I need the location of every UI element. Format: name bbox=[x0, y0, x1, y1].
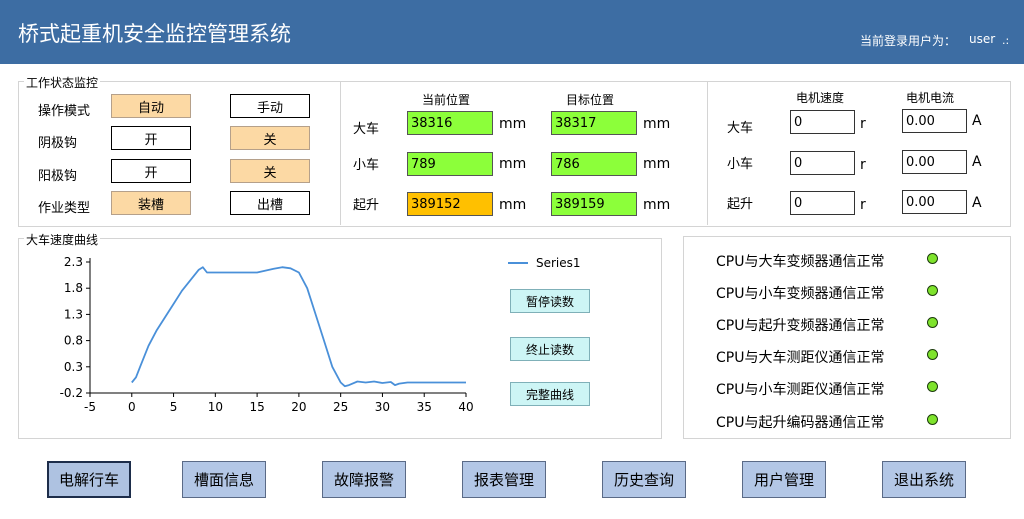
unit-a: A bbox=[972, 154, 982, 170]
hoist-motor-current-field[interactable]: 0.00 bbox=[902, 190, 967, 214]
current-position-header: 当前位置 bbox=[422, 93, 471, 107]
bridge-motor-current-field[interactable]: 0.00 bbox=[902, 109, 967, 133]
status-led-icon bbox=[927, 414, 938, 425]
anode-hook-label: 阳极钩 bbox=[38, 169, 78, 184]
comm-status-text: CPU与大车变频器通信正常 bbox=[716, 254, 885, 270]
bridge-motor-speed-field[interactable]: 0 bbox=[790, 110, 855, 134]
comm-status-text: CPU与起升变频器通信正常 bbox=[716, 318, 885, 334]
status-led-icon bbox=[927, 317, 938, 328]
x-tick-label: 30 bbox=[375, 400, 390, 414]
stop-reading-button[interactable]: 终止读数 bbox=[510, 337, 590, 361]
current-user-label: 当前登录用户为： bbox=[860, 34, 957, 48]
x-tick-label: 5 bbox=[170, 400, 178, 414]
unit-mm: mm bbox=[643, 197, 671, 213]
load-slot-button[interactable]: 装槽 bbox=[111, 191, 191, 215]
current-user-name: user bbox=[969, 32, 996, 46]
x-tick-label: 25 bbox=[333, 400, 348, 414]
unit-mm: mm bbox=[499, 197, 527, 213]
trolley-current-position-field[interactable]: 789 bbox=[407, 152, 493, 176]
cathode-hook-open-button[interactable]: 开 bbox=[111, 126, 191, 150]
unit-a: A bbox=[972, 113, 982, 129]
full-curve-button[interactable]: 完整曲线 bbox=[510, 382, 590, 406]
trolley-motor-current-field[interactable]: 0.00 bbox=[902, 150, 967, 174]
series-line bbox=[131, 266, 466, 388]
manual-mode-button[interactable]: 手动 bbox=[230, 94, 310, 118]
bridge-motor-label: 大车 bbox=[727, 121, 754, 136]
motor-current-header: 电机电流 bbox=[906, 91, 955, 105]
hoist-motor-label: 起升 bbox=[727, 197, 754, 212]
job-type-label: 作业类型 bbox=[38, 201, 91, 216]
x-tick-label: 35 bbox=[417, 400, 432, 414]
nav-slot-info-button[interactable]: 槽面信息 bbox=[182, 461, 266, 498]
panel-divider bbox=[707, 81, 708, 225]
y-tick-label: 1.8 bbox=[64, 281, 83, 295]
status-led-icon bbox=[927, 285, 938, 296]
cathode-hook-close-button[interactable]: 关 bbox=[230, 126, 310, 150]
menu-grip-icon[interactable]: .: bbox=[1002, 34, 1009, 47]
nav-exit-system-button[interactable]: 退出系统 bbox=[882, 461, 966, 498]
motor-speed-header: 电机速度 bbox=[796, 91, 845, 105]
unit-r: r bbox=[860, 116, 866, 132]
work-status-legend: 工作状态监控 bbox=[24, 74, 101, 91]
x-tick-label: 0 bbox=[128, 400, 136, 414]
hoist-current-position-field[interactable]: 389152 bbox=[407, 192, 493, 216]
operation-mode-label: 操作模式 bbox=[38, 104, 91, 119]
unit-r: r bbox=[860, 197, 866, 213]
x-tick-label: 10 bbox=[208, 400, 223, 414]
trolley-motor-speed-field[interactable]: 0 bbox=[790, 151, 855, 175]
hoist-target-position-field[interactable]: 389159 bbox=[551, 192, 637, 216]
status-led-icon bbox=[927, 253, 938, 264]
y-tick-label: 0.8 bbox=[64, 334, 83, 348]
unit-mm: mm bbox=[643, 156, 671, 172]
anode-hook-close-button[interactable]: 关 bbox=[230, 159, 310, 183]
bridge-position-label: 大车 bbox=[353, 122, 380, 137]
anode-hook-open-button[interactable]: 开 bbox=[111, 159, 191, 183]
x-tick-label: -5 bbox=[84, 400, 96, 414]
y-tick-label: 0.3 bbox=[64, 360, 83, 374]
x-tick-label: 20 bbox=[291, 400, 306, 414]
unit-r: r bbox=[860, 157, 866, 173]
pause-reading-button[interactable]: 暂停读数 bbox=[510, 289, 590, 313]
status-led-icon bbox=[927, 349, 938, 360]
trolley-position-label: 小车 bbox=[353, 158, 380, 173]
unload-slot-button[interactable]: 出槽 bbox=[230, 191, 310, 215]
comm-status-text: CPU与小车变频器通信正常 bbox=[716, 286, 885, 302]
trolley-motor-label: 小车 bbox=[727, 157, 754, 172]
trolley-target-position-field[interactable]: 786 bbox=[551, 152, 637, 176]
unit-mm: mm bbox=[499, 156, 527, 172]
unit-a: A bbox=[972, 195, 982, 211]
comm-status-text: CPU与大车测距仪通信正常 bbox=[716, 350, 885, 366]
unit-mm: mm bbox=[499, 116, 527, 132]
nav-report-management-button[interactable]: 报表管理 bbox=[462, 461, 546, 498]
x-tick-label: 15 bbox=[249, 400, 264, 414]
bridge-current-position-field[interactable]: 38316 bbox=[407, 111, 493, 135]
cathode-hook-label: 阴极钩 bbox=[38, 136, 78, 151]
nav-user-management-button[interactable]: 用户管理 bbox=[742, 461, 826, 498]
x-tick-label: 40 bbox=[458, 400, 473, 414]
status-led-icon bbox=[927, 381, 938, 392]
nav-fault-alarm-button[interactable]: 故障报警 bbox=[322, 461, 406, 498]
title-bar: 桥式起重机安全监控管理系统 当前登录用户为： user .: bbox=[0, 0, 1024, 64]
comm-status-text: CPU与起升编码器通信正常 bbox=[716, 415, 885, 431]
hoist-motor-speed-field[interactable]: 0 bbox=[790, 191, 855, 215]
hoist-position-label: 起升 bbox=[353, 198, 380, 213]
y-tick-label: -0.2 bbox=[60, 386, 83, 400]
target-position-header: 目标位置 bbox=[566, 93, 615, 107]
auto-mode-button[interactable]: 自动 bbox=[111, 94, 191, 118]
nav-electrolysis-crane-button[interactable]: 电解行车 bbox=[47, 461, 131, 498]
nav-history-query-button[interactable]: 历史查询 bbox=[602, 461, 686, 498]
legend-label: Series1 bbox=[536, 256, 581, 270]
y-tick-label: 1.3 bbox=[64, 307, 83, 321]
comm-status-text: CPU与小车测距仪通信正常 bbox=[716, 382, 885, 398]
panel-divider bbox=[340, 81, 341, 225]
unit-mm: mm bbox=[643, 116, 671, 132]
bridge-target-position-field[interactable]: 38317 bbox=[551, 111, 637, 135]
y-tick-label: 2.3 bbox=[64, 255, 83, 269]
app-title: 桥式起重机安全监控管理系统 bbox=[18, 22, 291, 46]
